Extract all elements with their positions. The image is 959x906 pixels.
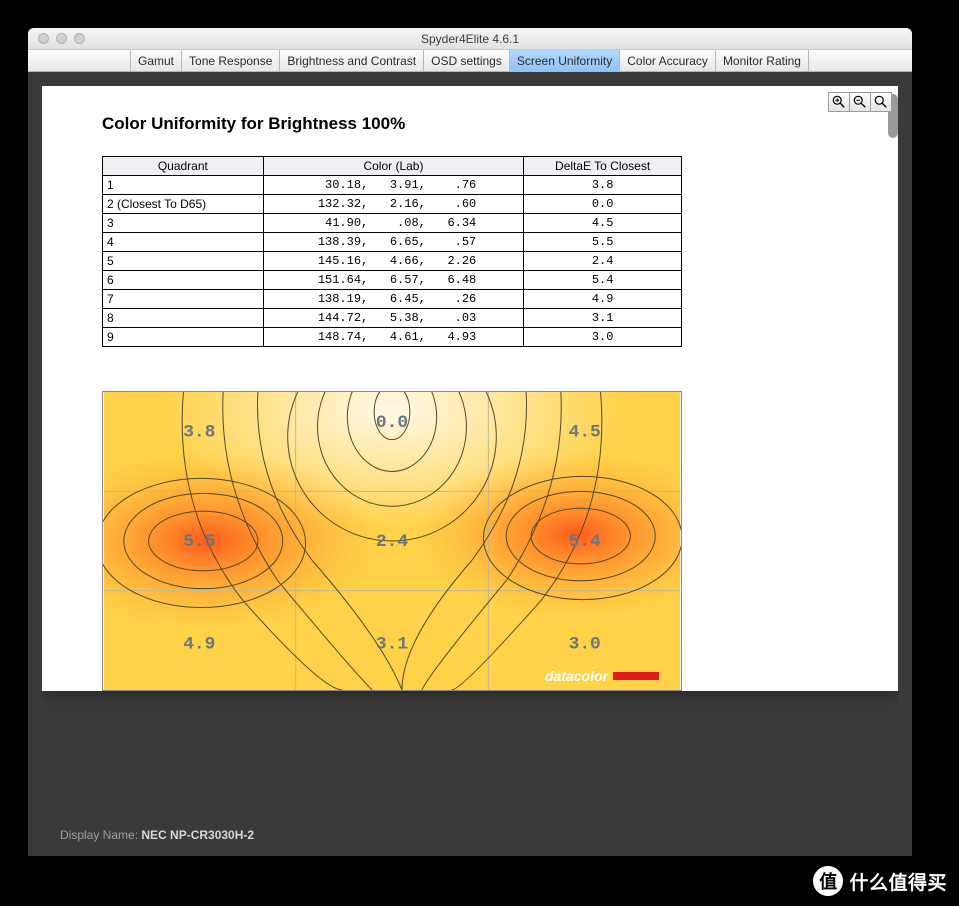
- titlebar: Spyder4Elite 4.6.1: [28, 28, 912, 50]
- content-area: Color Uniformity for Brightness 100% Qua…: [28, 72, 912, 856]
- column-header: Quadrant: [103, 157, 264, 176]
- display-name-label: Display Name:: [60, 828, 141, 842]
- tab-bar: GamutTone ResponseBrightness and Contras…: [28, 50, 912, 72]
- table-row: 8 144.72, 5.38, .033.1: [103, 309, 682, 328]
- tab-monitor-rating[interactable]: Monitor Rating: [715, 50, 809, 71]
- svg-text:3.1: 3.1: [376, 634, 408, 654]
- table-row: 1 30.18, 3.91, .763.8: [103, 176, 682, 195]
- zoom-reset-button[interactable]: [870, 92, 892, 112]
- svg-text:3.0: 3.0: [569, 634, 601, 654]
- zoom-out-button[interactable]: [849, 92, 871, 112]
- watermark: 值 什么值得买: [813, 866, 947, 896]
- uniformity-table: QuadrantColor (Lab)DeltaE To Closest 1 3…: [102, 156, 682, 347]
- table-row: 2 (Closest To D65) 132.32, 2.16, .600.0: [103, 195, 682, 214]
- minimize-icon[interactable]: [56, 33, 67, 44]
- svg-text:0.0: 0.0: [376, 413, 408, 433]
- svg-text:4.9: 4.9: [183, 634, 215, 654]
- svg-text:2.4: 2.4: [376, 532, 408, 552]
- tab-osd-settings[interactable]: OSD settings: [423, 50, 510, 71]
- table-row: 3 41.90, .08, 6.344.5: [103, 214, 682, 233]
- table-row: 4 138.39, 6.65, .575.5: [103, 233, 682, 252]
- close-icon[interactable]: [38, 33, 49, 44]
- traffic-lights: [38, 33, 85, 44]
- zoom-icon[interactable]: [74, 33, 85, 44]
- table-row: 5 145.16, 4.66, 2.262.4: [103, 252, 682, 271]
- svg-text:5.5: 5.5: [183, 532, 215, 552]
- svg-text:4.5: 4.5: [569, 423, 601, 443]
- watermark-icon: 值: [813, 866, 843, 896]
- tab-screen-uniformity[interactable]: Screen Uniformity: [509, 50, 620, 71]
- table-row: 9 148.74, 4.61, 4.933.0: [103, 328, 682, 347]
- uniformity-heatmap: 3.8 0.0 4.5 5.5 2.4 5.4 4.9 3.1 3.0 data…: [102, 391, 682, 691]
- display-name-value: NEC NP-CR3030H-2: [141, 828, 254, 842]
- app-window: Spyder4Elite 4.6.1 GamutTone ResponseBri…: [28, 28, 912, 856]
- tab-tone-response[interactable]: Tone Response: [181, 50, 280, 71]
- table-row: 6 151.64, 6.57, 6.485.4: [103, 271, 682, 290]
- report-page: Color Uniformity for Brightness 100% Qua…: [42, 86, 898, 691]
- zoom-in-button[interactable]: [828, 92, 850, 112]
- brand-label: datacolor: [545, 668, 659, 684]
- svg-text:5.4: 5.4: [569, 532, 601, 552]
- window-title: Spyder4Elite 4.6.1: [421, 32, 519, 46]
- report-title: Color Uniformity for Brightness 100%: [102, 114, 838, 134]
- tab-brightness-and-contrast[interactable]: Brightness and Contrast: [279, 50, 424, 71]
- column-header: Color (Lab): [263, 157, 524, 176]
- svg-text:3.8: 3.8: [183, 423, 215, 443]
- footer: Display Name: NEC NP-CR3030H-2: [42, 802, 898, 842]
- table-row: 7 138.19, 6.45, .264.9: [103, 290, 682, 309]
- tab-color-accuracy[interactable]: Color Accuracy: [619, 50, 716, 71]
- tab-gamut[interactable]: Gamut: [130, 50, 182, 71]
- column-header: DeltaE To Closest: [524, 157, 682, 176]
